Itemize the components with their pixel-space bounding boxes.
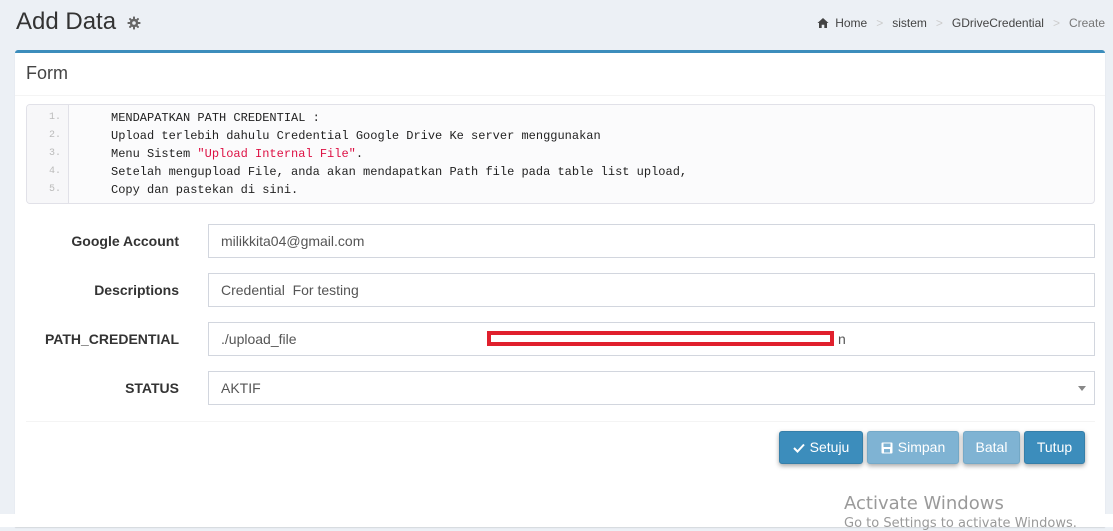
form-row-google-account: Google Account milikkita04@gmail.com [15,224,1105,258]
line-number: 3. [48,148,61,159]
form-row-path-credential: PATH_CREDENTIAL ./upload_file n [15,322,1105,356]
code-line: 1. MENDAPATKAN PATH CREDENTIAL : [27,109,1094,127]
breadcrumb-create: Create [1068,16,1105,30]
batal-button[interactable]: Batal [963,431,1020,464]
breadcrumb: Home > sistem > GDriveCredential > Creat… [817,16,1105,30]
path-credential-value: ./upload_file [221,331,297,347]
tutup-label: Tutup [1036,439,1073,455]
breadcrumb-gdrivecredential[interactable]: GDriveCredential [952,16,1044,30]
path-credential-input[interactable]: ./upload_file n [208,322,1095,356]
page-title: Add Data [16,8,117,35]
redaction-box [487,331,834,346]
code-string: "Upload Internal File" [197,147,356,161]
gear-icon [127,16,141,30]
home-icon [817,18,829,28]
form-box: Form 1. MENDAPATKAN PATH CREDENTIAL : 2.… [15,50,1105,527]
tutup-button[interactable]: Tutup [1024,431,1085,464]
code-line: 2. Upload terlebih dahulu Credential Goo… [27,127,1094,145]
descriptions-input[interactable]: Credential For testing [208,273,1095,307]
code-line: 4. Setelah mengupload File, anda akan me… [27,163,1094,181]
descriptions-label: Descriptions [94,282,179,298]
code-text: . [355,147,364,161]
code-text: Copy dan pastekan di sini. [111,183,299,197]
form-row-status: STATUS AKTIF [15,371,1105,405]
code-line: 3. Menu Sistem "Upload Internal File". [27,145,1094,163]
batal-label: Batal [975,439,1008,455]
status-select[interactable]: AKTIF [208,371,1095,405]
code-text: Menu Sistem [111,147,198,161]
path-credential-value-end: n [838,331,846,347]
line-number: 5. [48,184,61,195]
status-selected-value: AKTIF [221,380,261,396]
code-text: MENDAPATKAN PATH CREDENTIAL : [111,111,320,125]
save-icon [881,442,893,453]
check-icon [792,443,805,453]
caret-down-icon [1078,386,1086,391]
code-line: 5. Copy dan pastekan di sini. [27,181,1094,199]
google-account-label: Google Account [71,233,179,249]
breadcrumb-separator: > [1052,16,1060,30]
code-text-group: Menu Sistem "Upload Internal File". [111,145,363,163]
path-credential-label: PATH_CREDENTIAL [44,331,179,347]
google-account-input[interactable]: milikkita04@gmail.com [208,224,1095,258]
simpan-button[interactable]: Simpan [867,431,959,464]
status-label: STATUS [125,380,179,396]
setuju-label: Setuju [809,439,850,455]
line-number: 4. [48,166,61,177]
instruction-code-block: 1. MENDAPATKAN PATH CREDENTIAL : 2. Uplo… [26,104,1095,204]
activate-windows-subtitle: Go to Settings to activate Windows. [844,516,1077,531]
simpan-label: Simpan [897,439,946,455]
code-text: Upload terlebih dahulu Credential Google… [111,129,601,143]
box-header-divider [15,95,1105,96]
breadcrumb-separator: > [876,16,884,30]
breadcrumb-sistem[interactable]: sistem [892,16,927,30]
line-number: 1. [48,112,61,123]
setuju-button[interactable]: Setuju [779,431,863,464]
box-footer-divider [26,421,1095,422]
content-header: Add Data Home > sistem > GDriveCredentia… [0,0,1113,48]
breadcrumb-separator: > [935,16,943,30]
line-number: 2. [48,130,61,141]
breadcrumb-home[interactable]: Home [835,16,867,30]
form-row-descriptions: Descriptions Credential For testing [15,273,1105,307]
code-text: Setelah mengupload File, anda akan menda… [111,165,688,179]
activate-windows-title: Activate Windows [844,493,1004,514]
box-title: Form [26,63,68,83]
